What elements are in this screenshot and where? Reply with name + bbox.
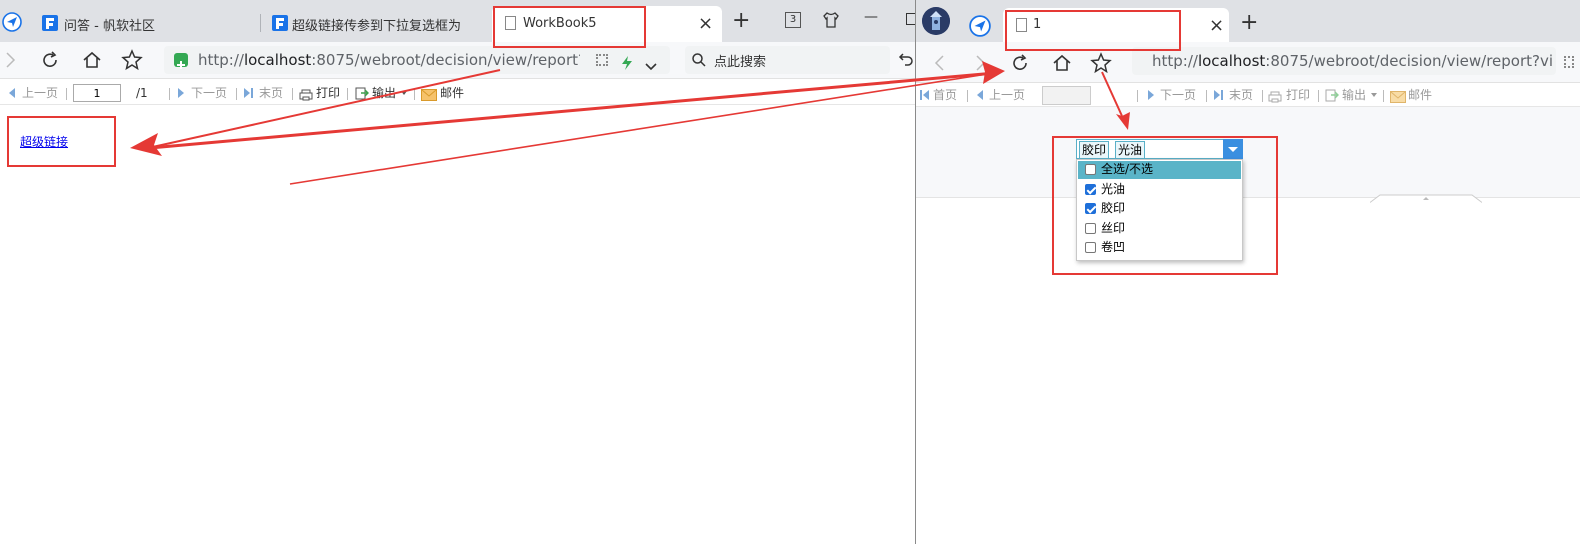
annotation-arrowhead: [982, 61, 1005, 84]
annotation-arrowhead: [130, 133, 162, 156]
annotation-arrowhead: [1116, 112, 1130, 130]
annotation-arrow-line: [149, 71, 996, 150]
annotation-arrow-line: [147, 69, 501, 149]
annotation-arrow-line: [1101, 71, 1123, 117]
annotation-arrow-line: [289, 71, 1001, 185]
annotation-arrows: [130, 61, 1130, 185]
